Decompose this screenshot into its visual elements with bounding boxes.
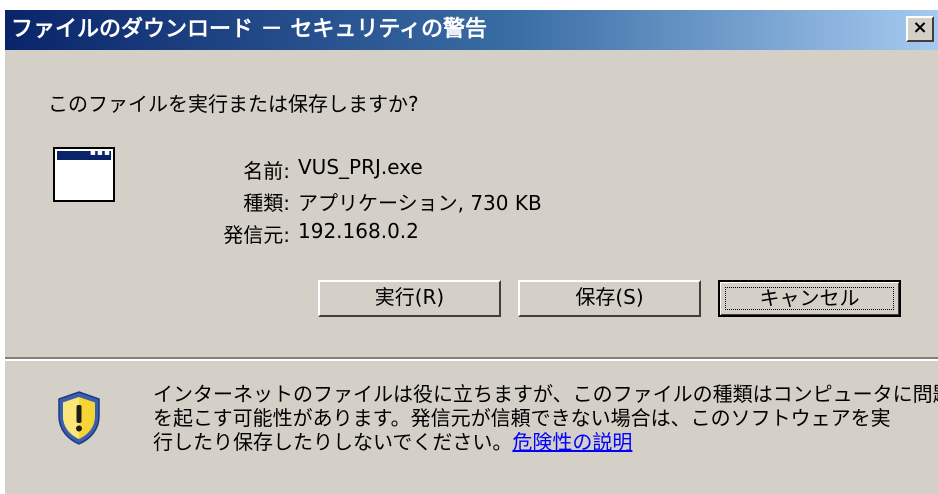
run-button[interactable]: 実行(R) bbox=[318, 280, 501, 317]
file-type-row: 種類: アプリケーション, 730 KB bbox=[5, 187, 905, 215]
security-warning-text: インターネットのファイルは役に立ちますが、このファイルの種類はコンピュータに問題… bbox=[153, 382, 938, 454]
title-bar[interactable]: ファイルのダウンロード － セキュリティの警告 × bbox=[5, 10, 938, 50]
file-type-value: アプリケーション, 730 KB bbox=[298, 191, 542, 215]
file-name-value: VUS_PRJ.exe bbox=[298, 155, 423, 179]
security-shield-icon bbox=[58, 391, 100, 445]
dialog-title: ファイルのダウンロード － セキュリティの警告 bbox=[11, 17, 487, 42]
close-button[interactable]: × bbox=[906, 16, 934, 42]
file-name-row: 名前: VUS_PRJ.exe bbox=[5, 155, 905, 183]
download-dialog: ファイルのダウンロード － セキュリティの警告 × このファイルを実行または保存… bbox=[5, 10, 938, 494]
file-type-label: 種類: bbox=[243, 191, 290, 215]
warning-line-2: を起こす可能性があります。発信元が信頼できない場合は、このソフトウェアを実 bbox=[153, 406, 891, 430]
file-source-label: 発信元: bbox=[223, 223, 290, 247]
prompt-question: このファイルを実行または保存しますか? bbox=[48, 92, 419, 116]
close-icon: × bbox=[912, 17, 928, 38]
warning-line-1: インターネットのファイルは役に立ちますが、このファイルの種類はコンピュータに問題 bbox=[153, 382, 938, 406]
warning-line-3: 行したり保存したりしないでください。危険性の説明 bbox=[153, 430, 923, 454]
separator bbox=[5, 357, 938, 361]
cancel-button[interactable]: キャンセル bbox=[718, 280, 901, 317]
warning-line-3-text: 行したり保存したりしないでください。 bbox=[153, 430, 513, 454]
risk-explanation-link[interactable]: 危険性の説明 bbox=[512, 430, 632, 454]
cancel-button-label: キャンセル bbox=[725, 287, 894, 310]
file-source-value: 192.168.0.2 bbox=[298, 219, 419, 243]
save-button[interactable]: 保存(S) bbox=[518, 280, 701, 317]
file-source-row: 発信元: 192.168.0.2 bbox=[5, 219, 905, 247]
file-name-label: 名前: bbox=[243, 159, 290, 183]
